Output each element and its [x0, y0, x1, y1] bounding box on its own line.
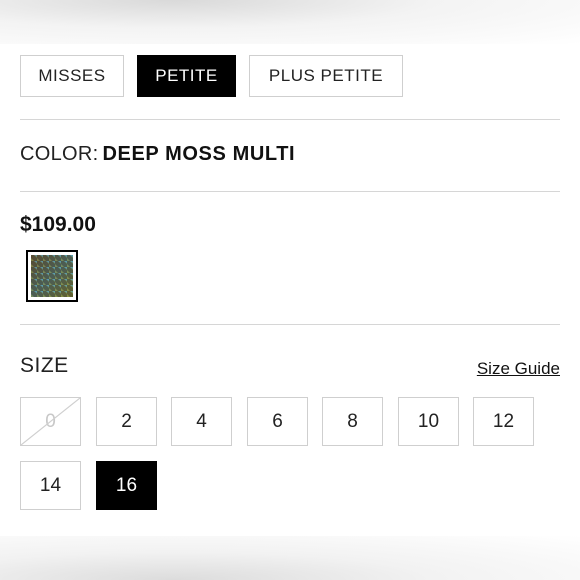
fit-tab-plus-petite[interactable]: PLUS PETITE: [249, 55, 403, 97]
size-option-label: 16: [115, 474, 138, 496]
divider: [20, 324, 560, 325]
size-option-0[interactable]: 0: [20, 397, 81, 446]
top-fade: [0, 0, 580, 44]
size-guide-link[interactable]: Size Guide: [477, 359, 560, 379]
size-option-6[interactable]: 6: [247, 397, 308, 446]
size-option-label: 14: [39, 474, 62, 496]
size-label: SIZE: [20, 354, 69, 377]
size-option-12[interactable]: 12: [473, 397, 534, 446]
fit-tab-misses[interactable]: MISSES: [20, 55, 124, 97]
size-option-2[interactable]: 2: [96, 397, 157, 446]
divider: [20, 119, 560, 120]
color-swatch[interactable]: [26, 250, 78, 302]
color-row: COLOR: DEEP MOSS MULTI: [20, 143, 295, 166]
size-option-8[interactable]: 8: [322, 397, 383, 446]
size-option-label: 6: [272, 410, 283, 432]
houndstooth-swatch-icon: [31, 255, 73, 297]
divider: [20, 191, 560, 192]
size-option-label: 2: [121, 410, 132, 432]
size-option-label: 10: [417, 410, 440, 432]
bottom-fade: [0, 536, 580, 580]
unavailable-strike-icon: [21, 398, 80, 445]
color-label: COLOR:: [20, 143, 99, 165]
size-option-16[interactable]: 16: [96, 461, 157, 510]
color-value: DEEP MOSS MULTI: [102, 143, 296, 165]
size-option-label: 8: [347, 410, 358, 432]
size-option-10[interactable]: 10: [398, 397, 459, 446]
size-option-label: 12: [492, 410, 515, 432]
price: $109.00: [20, 213, 96, 236]
size-option-label: 4: [196, 410, 207, 432]
fit-tab-petite[interactable]: PETITE: [137, 55, 236, 97]
size-option-14[interactable]: 14: [20, 461, 81, 510]
size-option-4[interactable]: 4: [171, 397, 232, 446]
